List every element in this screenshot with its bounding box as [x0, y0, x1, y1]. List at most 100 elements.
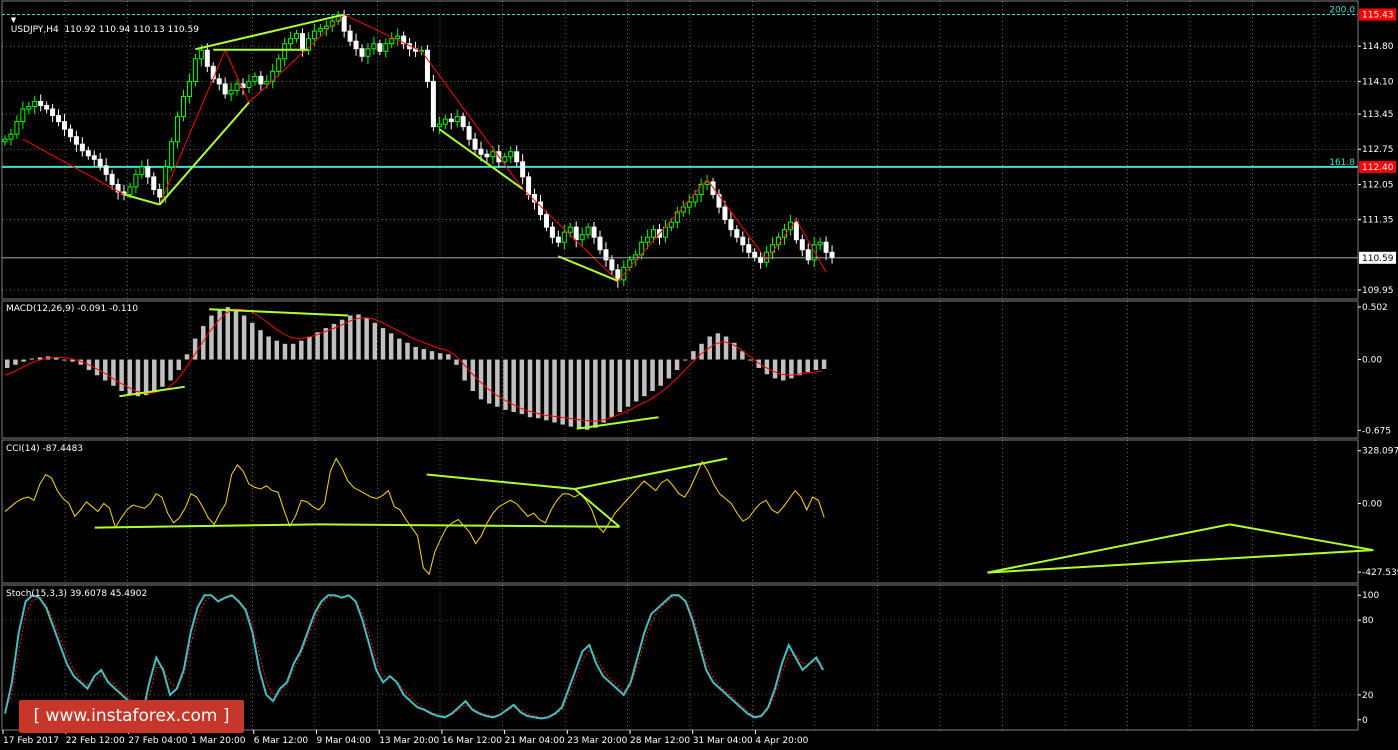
price-scale-label: 109.95 — [1362, 286, 1394, 296]
candle-body — [222, 83, 228, 95]
macd-histogram-bar — [446, 354, 451, 360]
candle-body — [508, 151, 514, 158]
trend-line — [557, 255, 619, 282]
candle-body — [246, 80, 252, 88]
candle-body — [668, 221, 674, 228]
macd-histogram-bar — [821, 359, 827, 369]
candle-body — [502, 156, 508, 163]
macd-histogram-bar — [691, 351, 696, 360]
time-label: 23 Mar 20:00 — [567, 736, 627, 746]
candle-body — [549, 226, 555, 238]
macd-histogram-bar — [397, 338, 402, 360]
macd-histogram-bar — [560, 359, 565, 425]
watermark-logo[interactable]: [ www.instaforex.com ] — [19, 700, 244, 733]
time-label: 21 Mar 04:00 — [505, 736, 565, 746]
candle-body — [282, 43, 288, 60]
macd-histogram-bar — [315, 332, 320, 360]
candle-body — [442, 118, 448, 125]
candle-body — [20, 108, 26, 123]
macd-scale-label: -0.675 — [1362, 426, 1391, 436]
macd-panel[interactable]: 0.502 0.00 -0.675 — [1, 300, 1391, 439]
candle-body — [181, 95, 186, 118]
macd-histogram-bar — [323, 328, 329, 360]
macd-scale-label: 0.502 — [1362, 303, 1388, 313]
macd-histogram-bar — [519, 359, 525, 415]
macd-histogram-bar — [217, 309, 222, 360]
macd-histogram-bar — [111, 359, 116, 386]
symbol-ohlc-label: USDJPY,H4 110.92 110.94 110.13 110.59 — [10, 25, 199, 35]
time-label: 22 Feb 12:00 — [66, 736, 125, 746]
candle-body — [734, 229, 740, 238]
cci-panel[interactable]: 328.0971 0.00 -427.539 — [1, 439, 1398, 584]
candle-body — [32, 100, 38, 108]
candle-body — [728, 219, 734, 231]
candle-body — [424, 49, 430, 82]
candle-body — [615, 269, 621, 281]
candle-body — [490, 151, 496, 158]
macd-histogram-bar — [503, 359, 508, 410]
macd-histogram-bar — [805, 359, 810, 373]
macd-histogram-bar — [552, 359, 557, 423]
time-label: 1 Mar 20:00 — [191, 736, 246, 746]
macd-histogram-bar — [348, 315, 353, 360]
candle-body — [799, 239, 805, 251]
candle-body — [157, 188, 163, 198]
trend-line — [438, 128, 524, 190]
macd-histogram-bar — [152, 359, 157, 391]
candle-body — [103, 165, 109, 175]
candle-body — [228, 89, 234, 95]
macd-histogram-bar — [380, 328, 386, 360]
stoch-scale-label: 0 — [1362, 716, 1368, 726]
panel-border — [1, 300, 1359, 439]
macd-histogram-bar — [527, 359, 533, 418]
time-label: 6 Mar 12:00 — [254, 736, 309, 746]
macd-histogram-bar — [241, 315, 247, 360]
macd-histogram-bar — [405, 342, 410, 360]
candle-body — [591, 226, 597, 238]
cci-scale-label: 328.0971 — [1362, 447, 1398, 457]
candle-body — [585, 226, 591, 236]
macd-histogram-bar — [454, 359, 459, 365]
menu-triangle-icon[interactable]: ▼ — [11, 16, 16, 24]
candle-body — [561, 231, 567, 243]
macd-histogram-bar — [225, 307, 231, 360]
candle-body — [44, 105, 50, 110]
cci-trend-line — [319, 523, 620, 528]
price-tag-label: 112.40 — [1362, 163, 1394, 173]
candle-body — [722, 206, 728, 221]
price-scale-label: 111.35 — [1362, 216, 1394, 226]
candle-body — [526, 176, 532, 195]
cci-trend-line — [426, 473, 575, 490]
macd-histogram-bar — [233, 311, 239, 360]
macd-scale-label: 0.00 — [1362, 356, 1382, 366]
cci-trend-line — [1229, 523, 1374, 552]
candle-body — [317, 28, 323, 32]
candle-body — [204, 49, 210, 67]
macd-histogram-bar — [307, 336, 312, 360]
price-scale-label: 114.80 — [1362, 42, 1394, 52]
cci-scale-label: 0.00 — [1362, 499, 1382, 509]
candle-body — [395, 35, 401, 40]
candle-body — [216, 78, 222, 85]
macd-histogram-bar — [593, 359, 598, 428]
candle-body — [97, 158, 103, 167]
price-panel[interactable]: 114.80 114.10 113.45 112.75 112.05 111.35 109.… — [1, 0, 1396, 300]
macd-histogram-bar — [209, 315, 214, 360]
candle-body — [377, 43, 383, 52]
macd-histogram-bar — [282, 343, 288, 360]
candle-body — [359, 48, 365, 57]
candle-body — [686, 201, 692, 208]
candle-body — [210, 65, 216, 80]
candle-body — [169, 141, 175, 168]
macd-histogram-bar — [495, 359, 500, 407]
candle-body — [38, 100, 44, 107]
candle-body — [67, 128, 73, 138]
trading-chart[interactable]: 114.80 114.10 113.45 112.75 112.05 111.35 109.… — [0, 0, 1398, 750]
macd-histogram-bar — [625, 359, 631, 407]
candle-body — [472, 138, 478, 150]
macd-histogram-bar — [168, 359, 173, 381]
time-label: 17 Feb 2017 — [3, 736, 59, 746]
candle-body — [430, 80, 436, 128]
macd-histogram-bar — [748, 359, 753, 361]
macd-histogram-bar — [642, 359, 647, 397]
